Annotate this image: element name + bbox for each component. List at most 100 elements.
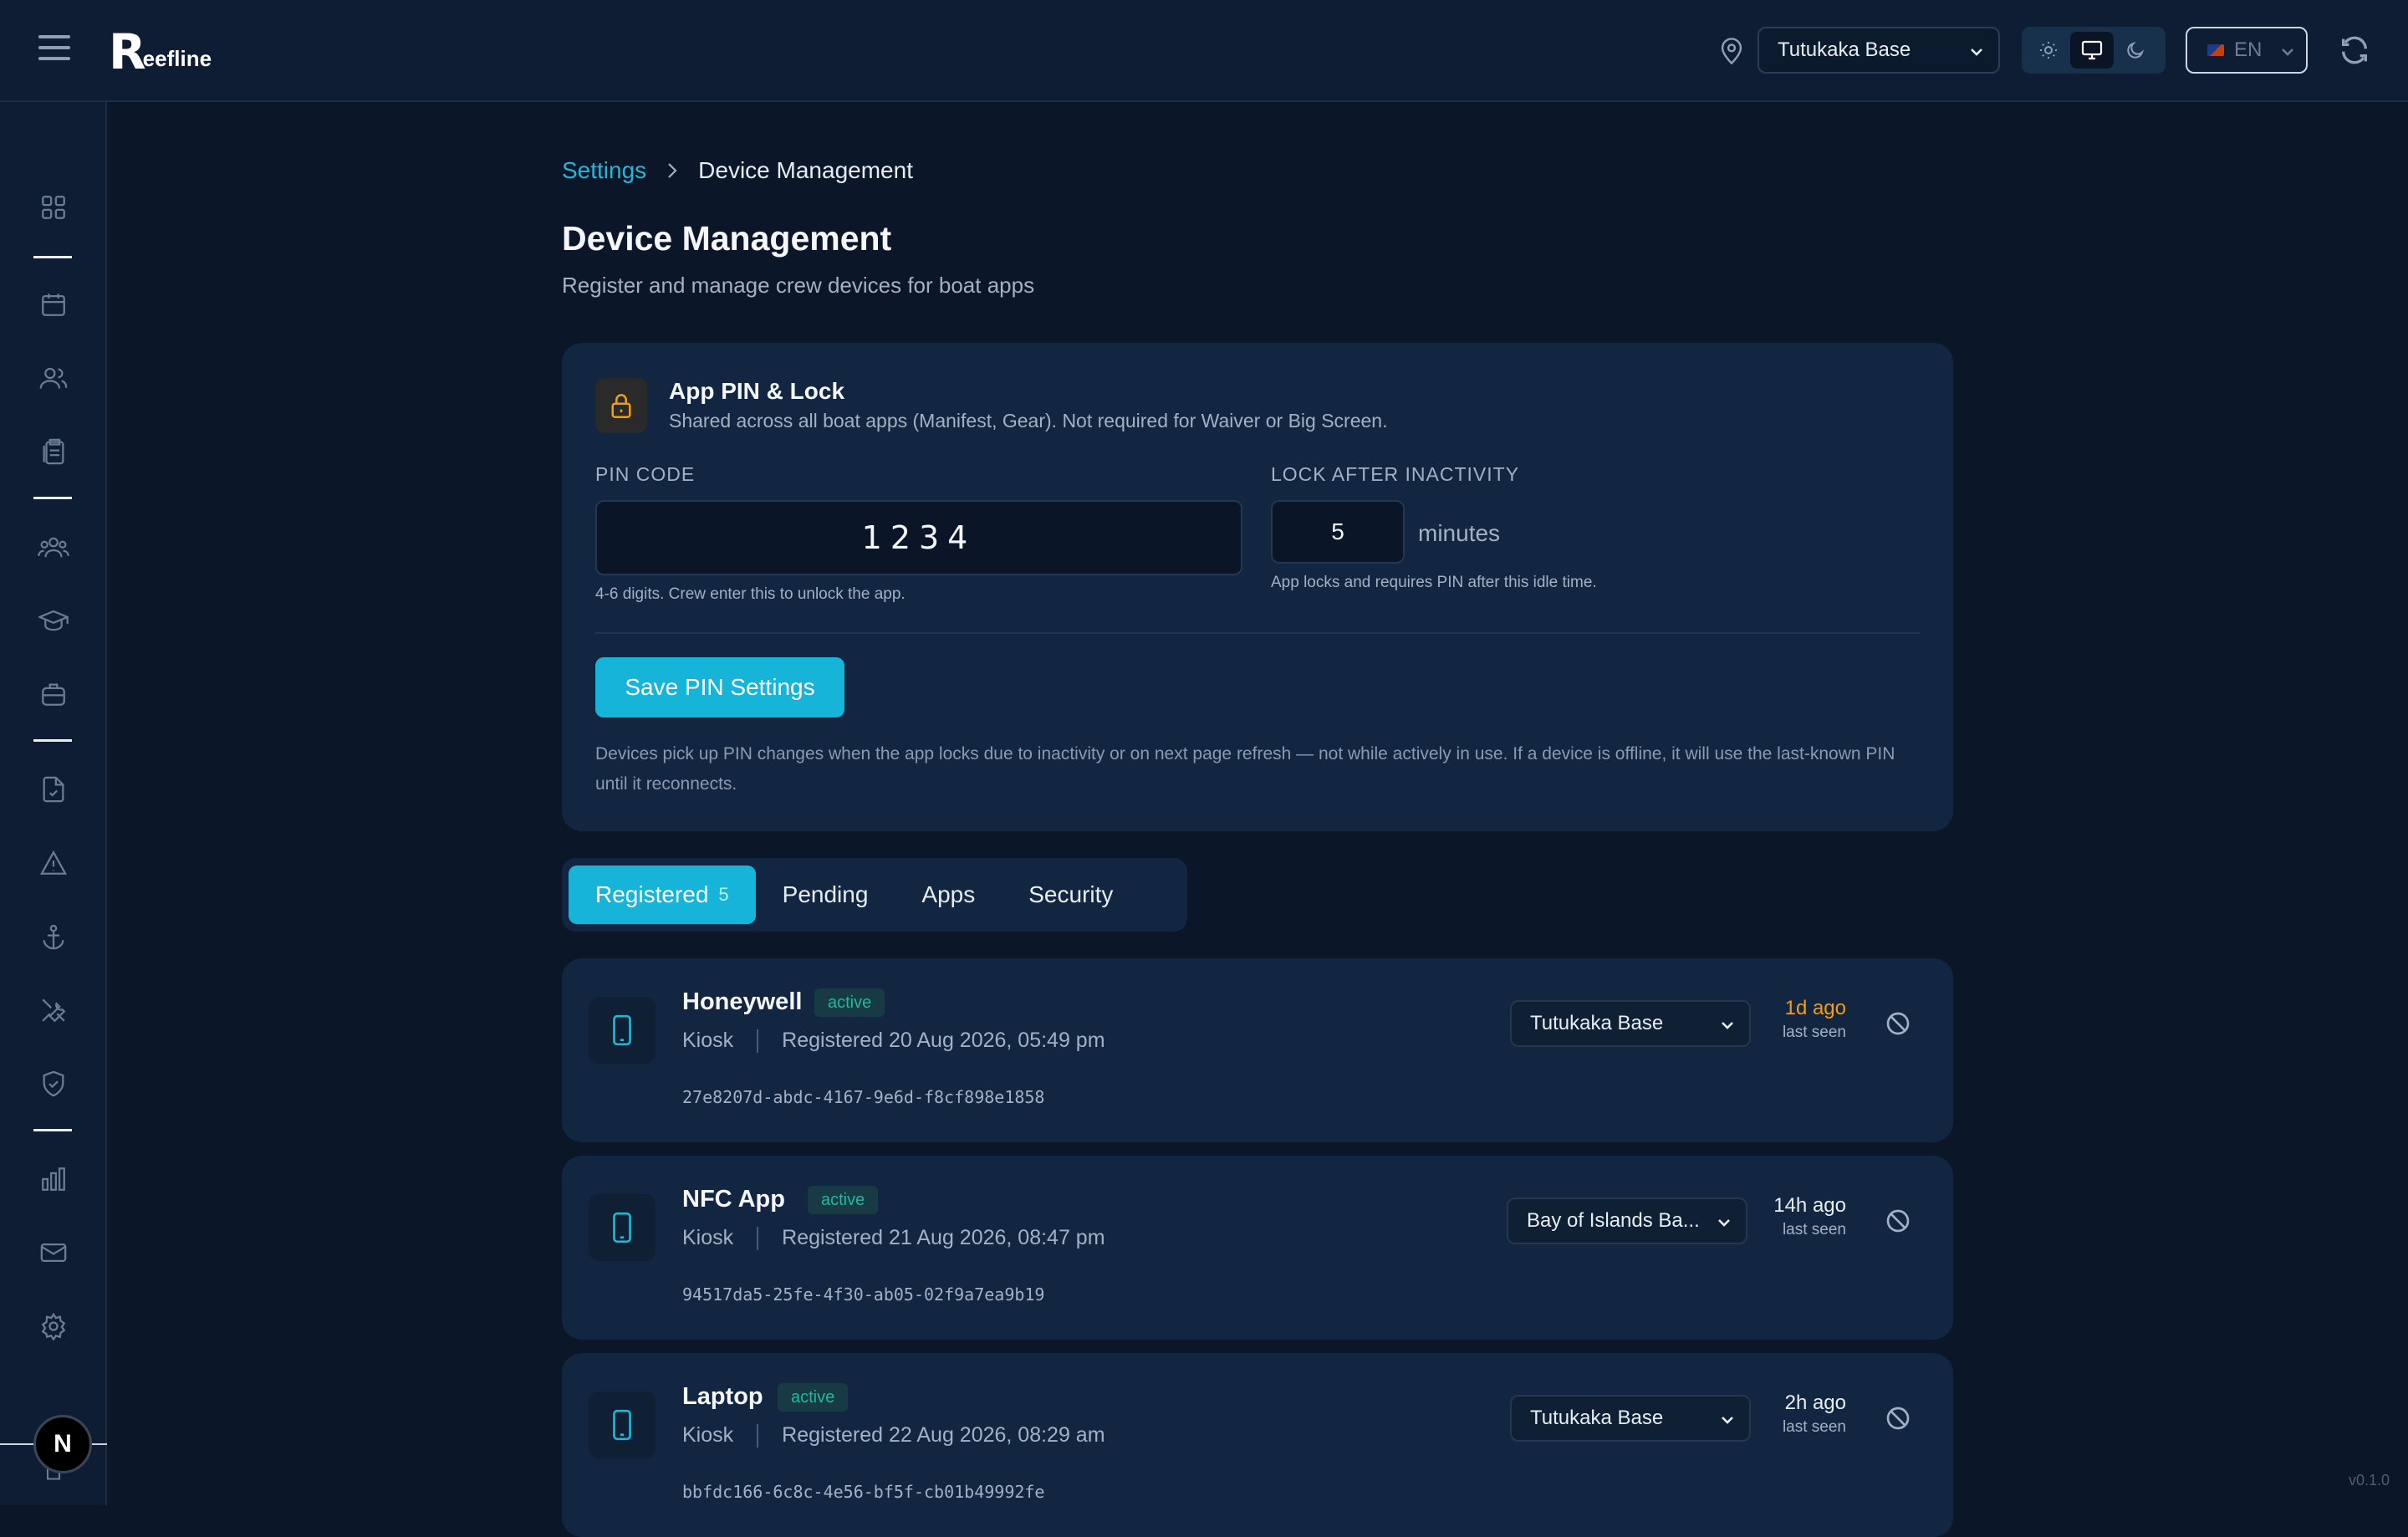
group-icon[interactable] [37, 530, 70, 564]
breadcrumb-current: Device Management [698, 157, 913, 183]
last-seen: 2h ago last seen [1783, 1391, 1846, 1437]
revoke-icon[interactable] [1885, 1010, 1911, 1037]
device-card: Laptop active Kiosk Registered 22 Aug 20… [562, 1353, 1953, 1537]
sidebar-divider [33, 256, 72, 258]
device-id: 94517da5-25fe-4f30-ab05-02f9a7ea9b19 [682, 1284, 1045, 1305]
phone-icon [589, 1194, 656, 1261]
base-select[interactable]: Tutukaka Base [1758, 27, 2000, 74]
sidebar-divider [33, 497, 72, 499]
tools-icon[interactable] [37, 993, 70, 1027]
chevron-right-icon [665, 161, 680, 180]
file-check-icon[interactable] [37, 773, 70, 806]
bar-chart-icon[interactable] [37, 1162, 70, 1196]
calendar-icon[interactable] [37, 288, 70, 321]
last-seen-value: 14h ago [1773, 1194, 1846, 1217]
sun-icon[interactable] [2027, 32, 2070, 69]
pin-hint: 4-6 digits. Crew enter this to unlock th… [595, 585, 906, 603]
device-id: 27e8207d-abdc-4167-9e6d-f8cf898e1858 [682, 1087, 1045, 1107]
graduation-cap-icon[interactable] [37, 604, 70, 637]
lock-minutes-input[interactable]: 5 [1271, 500, 1405, 564]
tab-label: Registered [595, 881, 709, 907]
shield-check-icon[interactable] [37, 1067, 70, 1100]
last-seen: 1d ago last seen [1783, 997, 1846, 1042]
alert-icon[interactable] [37, 846, 70, 880]
logo-text: eefline [142, 46, 212, 71]
last-seen: 14h ago last seen [1773, 1194, 1846, 1239]
last-seen-label: last seen [1782, 1418, 1846, 1436]
flag-icon [2207, 44, 2224, 56]
avatar[interactable]: N [33, 1415, 92, 1473]
last-seen-label: last seen [1782, 1024, 1846, 1041]
card-divider [595, 632, 1920, 634]
page-title: Device Management [562, 219, 892, 258]
device-base-value: Bay of Islands Ba... [1527, 1209, 1700, 1232]
theme-toggle-group [2022, 27, 2166, 74]
language-select[interactable]: EN [2186, 27, 2308, 74]
app-logo[interactable]: R eefline [109, 23, 212, 80]
page-subtitle: Register and manage crew devices for boa… [562, 273, 1035, 298]
dashboard-icon[interactable] [37, 191, 70, 224]
top-bar: R eefline Tutukaka Base EN [0, 0, 2408, 102]
users-icon[interactable] [37, 361, 70, 395]
settings-icon[interactable] [37, 1310, 70, 1343]
device-type: Kiosk [682, 1423, 734, 1447]
chevron-down-icon [1722, 1417, 1733, 1424]
lock-unit: minutes [1418, 520, 1501, 546]
tab-count-badge: 5 [718, 884, 729, 905]
lock-icon [595, 378, 647, 433]
device-base-value: Tutukaka Base [1530, 1012, 1664, 1034]
lock-inactivity-label: LOCK AFTER INACTIVITY [1271, 463, 1520, 485]
device-card: NFC App active Kiosk Registered 21 Aug 2… [562, 1156, 1953, 1340]
chevron-down-icon [2282, 49, 2293, 56]
moon-icon[interactable] [2114, 32, 2157, 69]
status-badge: active [814, 988, 885, 1017]
device-name: Honeywell [682, 988, 803, 1015]
refresh-icon[interactable] [2338, 33, 2371, 67]
breadcrumb: Settings Device Management [562, 157, 913, 184]
mail-icon[interactable] [37, 1236, 70, 1269]
last-seen-value: 1d ago [1784, 997, 1846, 1019]
sidebar-divider [33, 1129, 72, 1131]
device-meta: Kiosk Registered 22 Aug 2026, 08:29 am [682, 1423, 1105, 1448]
device-type: Kiosk [682, 1029, 734, 1052]
meta-separator [757, 1029, 759, 1053]
last-seen-value: 2h ago [1784, 1391, 1846, 1414]
revoke-icon[interactable] [1885, 1208, 1911, 1234]
device-name: Laptop [682, 1383, 763, 1410]
sidebar [0, 102, 107, 1505]
anchor-icon[interactable] [37, 920, 70, 953]
device-meta: Kiosk Registered 20 Aug 2026, 05:49 pm [682, 1029, 1105, 1053]
phone-icon [589, 1391, 656, 1458]
pin-note: Devices pick up PIN changes when the app… [595, 744, 1895, 794]
phone-icon [589, 997, 656, 1064]
save-pin-button[interactable]: Save PIN Settings [595, 657, 844, 717]
device-base-select[interactable]: Tutukaka Base [1510, 1395, 1751, 1442]
menu-icon[interactable] [38, 35, 72, 65]
revoke-icon[interactable] [1885, 1405, 1911, 1432]
device-registered: Registered 22 Aug 2026, 08:29 am [782, 1423, 1105, 1447]
monitor-icon[interactable] [2070, 32, 2114, 69]
status-badge: active [778, 1383, 849, 1412]
briefcase-icon[interactable] [37, 677, 70, 711]
breadcrumb-settings-link[interactable]: Settings [562, 157, 646, 184]
pin-code-input[interactable]: 1234 [595, 500, 1242, 575]
clipboard-icon[interactable] [37, 435, 70, 468]
logo-mark: R [109, 23, 146, 80]
pin-card-title: App PIN & Lock [669, 378, 845, 404]
status-badge: active [808, 1186, 879, 1214]
pin-card-description: Shared across all boat apps (Manifest, G… [669, 410, 1388, 431]
device-base-select[interactable]: Bay of Islands Ba... [1507, 1197, 1747, 1244]
device-meta: Kiosk Registered 21 Aug 2026, 08:47 pm [682, 1226, 1105, 1250]
tab-registered[interactable]: Registered 5 [569, 866, 756, 924]
base-select-value: Tutukaka Base [1778, 38, 1911, 61]
device-tabs: Registered 5 Pending Apps Security [562, 858, 1187, 932]
last-seen-label: last seen [1782, 1221, 1846, 1238]
tab-security[interactable]: Security [1002, 866, 1140, 924]
tab-apps[interactable]: Apps [895, 866, 1002, 924]
tab-pending[interactable]: Pending [756, 866, 895, 924]
location-pin-icon [1721, 38, 1742, 65]
device-id: bbfdc166-6c8c-4e56-bf5f-cb01b49992fe [682, 1482, 1045, 1502]
lock-hint: App locks and requires PIN after this id… [1271, 574, 1597, 591]
chevron-down-icon [1971, 49, 1982, 56]
device-base-select[interactable]: Tutukaka Base [1510, 1000, 1751, 1047]
